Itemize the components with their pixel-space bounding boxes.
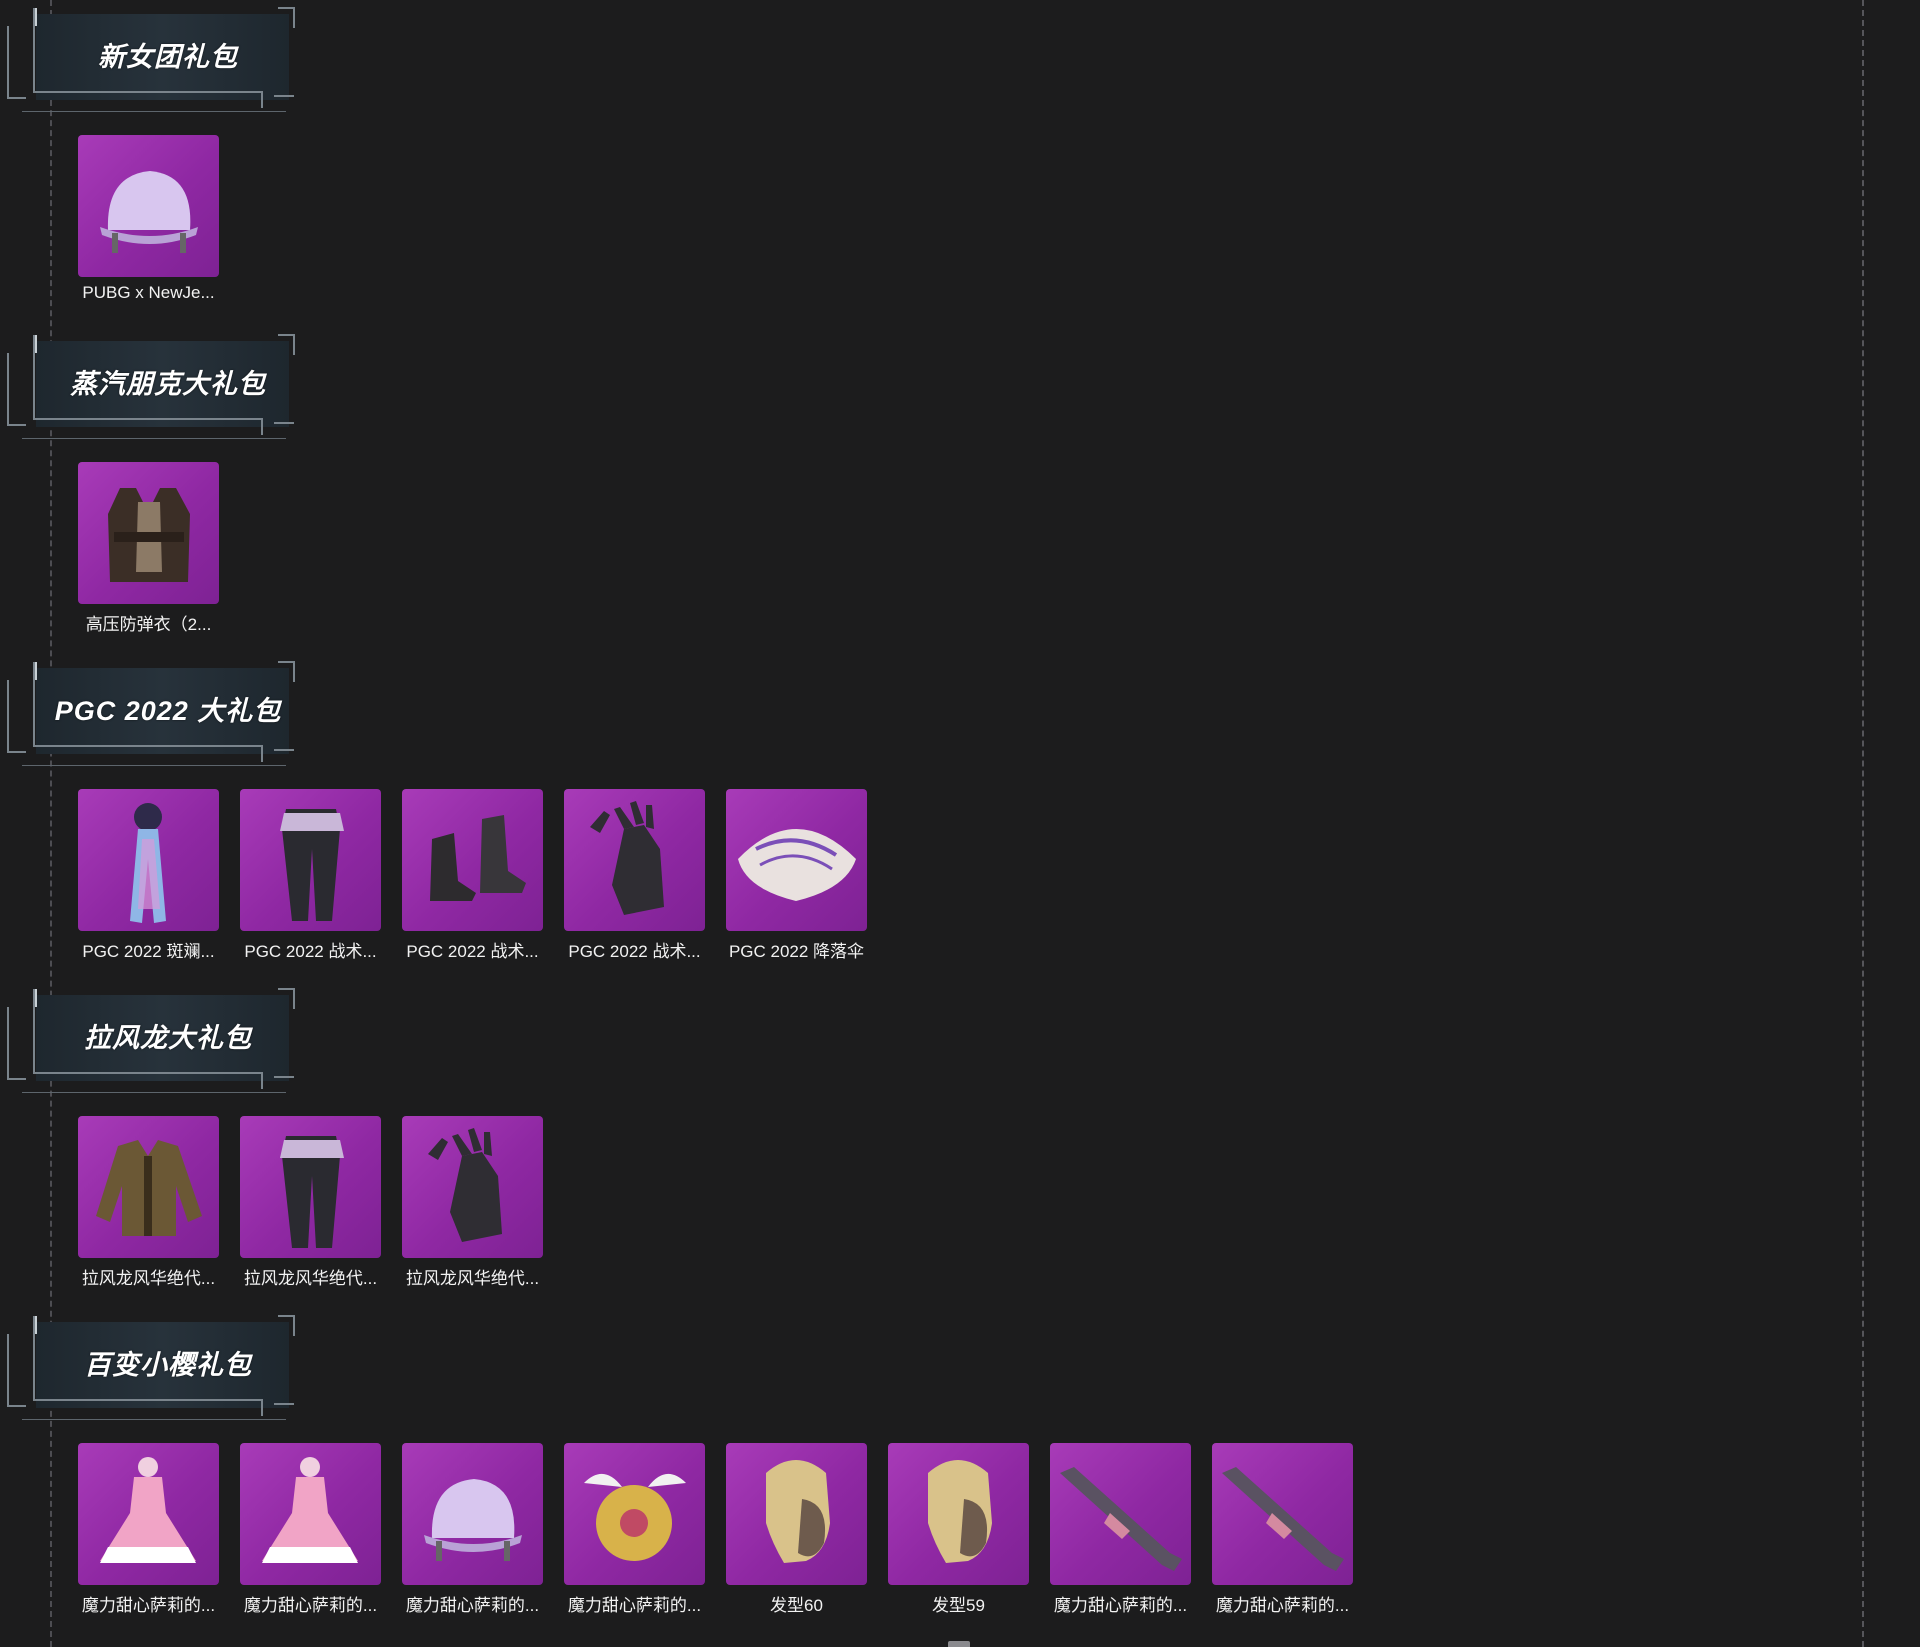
section-banner: 新女团礼包 [0, 0, 300, 112]
item-label: 魔力甜心萨莉的... [243, 1596, 378, 1615]
item-card[interactable]: PGC 2022 战术... [564, 789, 705, 962]
item-card[interactable]: PGC 2022 斑斓... [78, 789, 219, 962]
item-thumbnail[interactable] [402, 1116, 543, 1258]
item-label: 拉风龙风华绝代... [405, 1269, 540, 1288]
item-thumbnail[interactable] [564, 789, 705, 931]
rifle-icon [1060, 1467, 1182, 1571]
item-card[interactable]: 拉风龙风华绝代... [402, 1116, 543, 1289]
item-label: 发型60 [770, 1596, 823, 1615]
item-thumbnail[interactable] [240, 1443, 381, 1585]
item-card[interactable]: 高压防弹衣（2... [78, 462, 219, 635]
section-title: 新女团礼包 [98, 42, 238, 72]
item-thumbnail[interactable] [726, 789, 867, 931]
pants-icon [280, 1136, 344, 1248]
item-label: PGC 2022 斑斓... [82, 942, 215, 961]
item-label: PGC 2022 战术... [568, 942, 701, 961]
section-banner: PGC 2022 大礼包 [0, 654, 300, 766]
dress-icon [262, 1457, 358, 1563]
gift-pack-section: 新女团礼包 PUBG x NewJe... [0, 0, 1900, 327]
helmet-icon [424, 1479, 522, 1561]
item-thumbnail[interactable] [1212, 1443, 1353, 1585]
item-thumbnail[interactable] [78, 789, 219, 931]
boots-icon [430, 815, 526, 901]
helmet-icon [100, 171, 198, 253]
item-thumbnail[interactable] [240, 789, 381, 931]
item-label: PUBG x NewJe... [82, 283, 215, 302]
item-card[interactable]: PUBG x NewJe... [78, 135, 219, 303]
section-title: 蒸汽朋克大礼包 [70, 369, 266, 399]
gift-pack-section: 百变小樱礼包魔力甜心萨莉的... 魔力甜心萨莉的... 魔力甜心萨莉的... 魔力甜心… [0, 1308, 1900, 1635]
section-banner: 蒸汽朋克大礼包 [0, 327, 300, 439]
item-thumbnail[interactable] [78, 1443, 219, 1585]
item-thumbnail[interactable] [402, 1443, 543, 1585]
item-label: 高压防弹衣（2... [85, 615, 212, 634]
item-label: 拉风龙风华绝代... [81, 1269, 216, 1288]
section-banner: 拉风龙大礼包 [0, 981, 300, 1093]
item-card[interactable]: 发型60 [726, 1443, 867, 1616]
section-title: 拉风龙大礼包 [84, 1023, 252, 1053]
parachute-icon [738, 829, 856, 901]
item-label: PGC 2022 降落伞 [728, 942, 865, 961]
item-card[interactable]: 魔力甜心萨莉的... [564, 1443, 705, 1616]
item-thumbnail[interactable] [1050, 1443, 1191, 1585]
gift-pack-section: 蒸汽朋克大礼包高压防弹衣（2... [0, 327, 1900, 654]
item-label: 魔力甜心萨莉的... [567, 1596, 702, 1615]
gift-pack-section: 拉风龙大礼包拉风龙风华绝代... 拉风龙风华绝代... 拉风龙风华绝代... [0, 981, 1900, 1308]
item-label: 拉风龙风华绝代... [243, 1269, 378, 1288]
item-card[interactable]: 拉风龙风华绝代... [240, 1116, 381, 1289]
backpack-icon [584, 1473, 686, 1561]
section-title: 百变小樱礼包 [84, 1350, 252, 1380]
item-card[interactable]: 魔力甜心萨莉的... [240, 1443, 381, 1616]
item-label: PGC 2022 战术... [406, 942, 539, 961]
item-thumbnail[interactable] [402, 789, 543, 931]
item-label: 魔力甜心萨莉的... [1053, 1596, 1188, 1615]
item-label: 魔力甜心萨莉的... [81, 1596, 216, 1615]
item-card[interactable]: 魔力甜心萨莉的... [78, 1443, 219, 1616]
jacket-icon [96, 1140, 202, 1236]
vest-icon [108, 488, 190, 582]
item-thumbnail[interactable] [240, 1116, 381, 1258]
item-card[interactable]: PGC 2022 降落伞 [726, 789, 867, 962]
item-card[interactable]: PGC 2022 战术... [402, 789, 543, 962]
section-banner: 百变小樱礼包 [0, 1308, 300, 1420]
item-label: 魔力甜心萨莉的... [405, 1596, 540, 1615]
item-card[interactable]: 魔力甜心萨莉的... [402, 1443, 543, 1616]
item-thumbnail[interactable] [78, 135, 219, 277]
dress-icon [100, 1457, 196, 1563]
hair-icon [928, 1460, 992, 1563]
pants-icon [280, 809, 344, 921]
gloves-icon [590, 801, 664, 915]
item-card[interactable]: 发型59 [888, 1443, 1029, 1616]
item-label: 魔力甜心萨莉的... [1215, 1596, 1350, 1615]
gloves-icon [428, 1128, 502, 1242]
item-thumbnail[interactable] [78, 1116, 219, 1258]
item-thumbnail[interactable] [564, 1443, 705, 1585]
section-title: PGC 2022 大礼包 [54, 696, 282, 726]
gift-pack-section: PGC 2022 大礼包 PGC 2022 斑斓... PGC 2022 战术...… [0, 654, 1900, 981]
scarf-icon [130, 803, 166, 923]
rifle-icon [1222, 1467, 1344, 1571]
scroll-indicator[interactable] [948, 1641, 970, 1647]
item-thumbnail[interactable] [78, 462, 219, 604]
hair-icon [766, 1460, 830, 1563]
item-card[interactable]: 拉风龙风华绝代... [78, 1116, 219, 1289]
item-card[interactable]: 魔力甜心萨莉的... [1212, 1443, 1353, 1616]
item-card[interactable]: 魔力甜心萨莉的... [1050, 1443, 1191, 1616]
item-label: PGC 2022 战术... [244, 942, 377, 961]
item-card[interactable]: PGC 2022 战术... [240, 789, 381, 962]
item-thumbnail[interactable] [726, 1443, 867, 1585]
item-label: 发型59 [932, 1596, 985, 1615]
item-thumbnail[interactable] [888, 1443, 1029, 1585]
